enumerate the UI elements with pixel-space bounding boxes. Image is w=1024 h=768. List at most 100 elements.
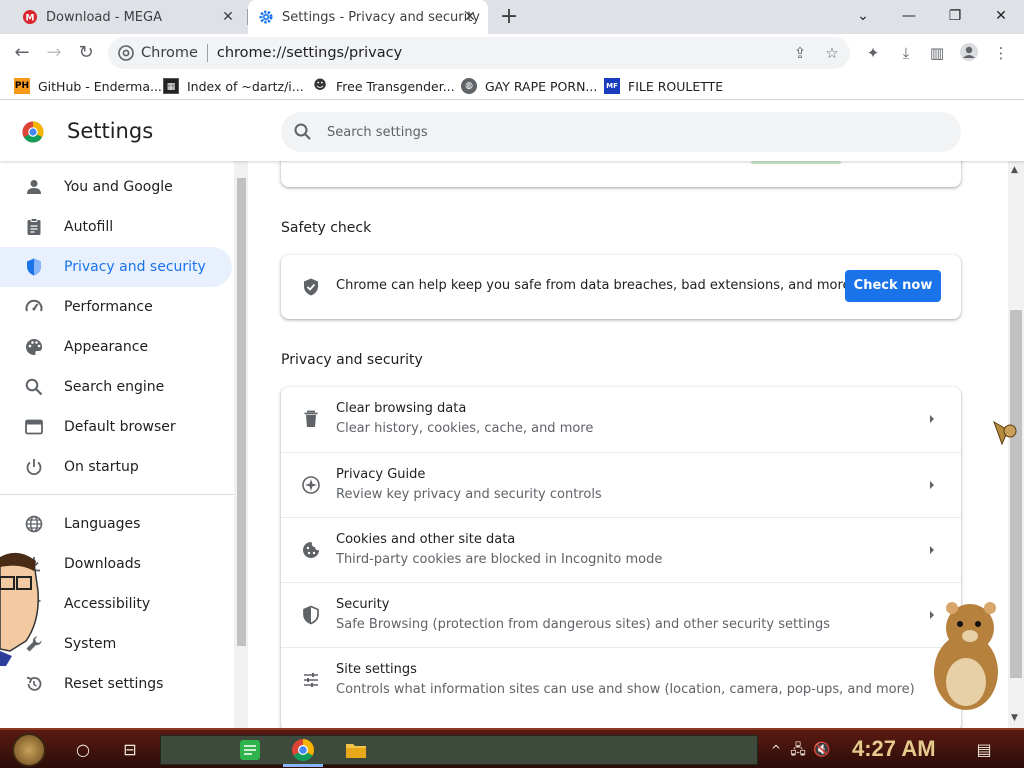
- notification-icon[interactable]: ▤: [972, 738, 996, 762]
- main-scrollbar-thumb[interactable]: [1010, 310, 1022, 678]
- site-info[interactable]: Chrome: [118, 45, 198, 61]
- row-subtitle: Third-party cookies are blocked in Incog…: [336, 552, 663, 567]
- search-input[interactable]: Search settings: [281, 112, 961, 152]
- start-button[interactable]: [12, 733, 46, 767]
- show-hidden-icons[interactable]: ^: [764, 738, 788, 762]
- tab-title: Settings - Privacy and security: [282, 9, 480, 25]
- row-clear-browsing-data[interactable]: Clear browsing data Clear history, cooki…: [281, 387, 961, 452]
- sidebar-item-reset-settings[interactable]: Reset settings: [0, 664, 232, 704]
- sidebar-item-languages[interactable]: Languages: [0, 504, 232, 544]
- row-title: Privacy Guide: [336, 467, 426, 482]
- bookmark-item[interactable]: MF FILE ROULETTE: [604, 77, 723, 95]
- index-icon: ▦: [163, 78, 179, 94]
- profile-avatar-icon[interactable]: [958, 42, 980, 64]
- download-icon[interactable]: ⤓: [895, 42, 917, 64]
- row-security[interactable]: Security Safe Browsing (protection from …: [281, 582, 961, 647]
- sidebar-item-appearance[interactable]: Appearance: [0, 327, 232, 367]
- page-title: Settings: [67, 119, 154, 143]
- sidebar-scrollbar-thumb[interactable]: [237, 178, 246, 646]
- restore-icon[interactable]: ❐: [941, 4, 969, 28]
- url-text[interactable]: chrome://settings/privacy: [217, 45, 402, 61]
- forward-icon[interactable]: →: [42, 41, 66, 65]
- chrome-logo-icon: [22, 121, 44, 143]
- sidebar-item-label: On startup: [64, 459, 139, 475]
- previous-card: [281, 161, 961, 187]
- active-app-indicator: [283, 764, 323, 767]
- sidebar-item-label: Autofill: [64, 219, 114, 235]
- bookmark-item[interactable]: PH GitHub - Enderma...: [14, 77, 162, 95]
- screen: { "tabs": [ {"title": "Download - MEGA",…: [0, 0, 1024, 768]
- tab-settings[interactable]: Settings - Privacy and security ✕: [248, 0, 488, 34]
- volume-muted-icon[interactable]: 🔇: [810, 738, 834, 762]
- sidebar-item-label: Languages: [64, 516, 141, 532]
- bookmark-label: GAY RAPE PORN...: [485, 78, 598, 94]
- row-privacy-guide[interactable]: Privacy Guide Review key privacy and sec…: [281, 452, 961, 517]
- sidebar-item-label: Default browser: [64, 419, 176, 435]
- palette-icon: [26, 339, 42, 355]
- safety-check-text: Chrome can help keep you safe from data …: [336, 278, 851, 293]
- sidebar-item-label: Downloads: [64, 556, 141, 572]
- scroll-down-arrow-icon[interactable]: ▼: [1011, 713, 1018, 723]
- extensions-icon[interactable]: ✦: [862, 42, 884, 64]
- browser-icon: [25, 419, 43, 435]
- reload-icon[interactable]: ↻: [74, 41, 98, 65]
- menu-icon[interactable]: ⋮: [990, 42, 1012, 64]
- search-icon: [25, 378, 43, 396]
- sidebar-item-autofill[interactable]: Autofill: [0, 207, 232, 247]
- hamster-icon: [934, 602, 998, 710]
- tab-strip: M Download - MEGA ✕ Settings - Privacy a…: [0, 0, 1024, 34]
- row-subtitle: Review key privacy and security controls: [336, 487, 602, 502]
- sidebar-item-privacy-and-security[interactable]: Privacy and security: [0, 247, 232, 287]
- share-icon[interactable]: ⇪: [790, 43, 810, 63]
- close-tab-icon[interactable]: ✕: [220, 9, 236, 25]
- sidebar-item-default-browser[interactable]: Default browser: [0, 407, 232, 447]
- sticky-notes-icon[interactable]: [238, 738, 262, 762]
- back-icon[interactable]: ←: [10, 41, 34, 65]
- bookmark-item[interactable]: ◍ GAY RAPE PORN...: [461, 77, 597, 95]
- sidebar-item-label: Performance: [64, 299, 153, 315]
- sidebar-item-on-startup[interactable]: On startup: [0, 447, 232, 487]
- check-now-button[interactable]: Check now: [845, 270, 941, 302]
- sidebar-item-you-and-google[interactable]: You and Google: [0, 167, 232, 207]
- tab-search-icon[interactable]: ⌄: [849, 4, 877, 28]
- shield-icon: [303, 605, 319, 625]
- bookmark-star-icon[interactable]: ☆: [822, 43, 842, 63]
- row-title: Cookies and other site data: [336, 532, 516, 547]
- bookmark-label: Free Transgender...: [336, 78, 455, 94]
- row-title: Site settings: [336, 662, 417, 677]
- new-tab-icon[interactable]: +: [497, 6, 521, 30]
- row-site-settings[interactable]: Site settings Controls what information …: [281, 647, 961, 712]
- file-explorer-icon[interactable]: [344, 738, 368, 762]
- sidebar-item-performance[interactable]: Performance: [0, 287, 232, 327]
- compass-icon: [302, 476, 320, 494]
- bookmark-item[interactable]: ▦ Index of ~dartz/i...: [163, 77, 304, 95]
- bookmark-label: GitHub - Enderma...: [38, 78, 162, 94]
- toolbar: ← → ↻ Chrome chrome://settings/privacy ⇪…: [0, 34, 1024, 72]
- site-label: Chrome: [141, 45, 198, 61]
- side-panel-icon[interactable]: ▥: [926, 42, 948, 64]
- scroll-up-arrow-icon[interactable]: ▲: [1011, 165, 1018, 175]
- task-view-icon[interactable]: ⊟: [118, 738, 142, 762]
- sidebar-item-label: Privacy and security: [64, 259, 206, 275]
- settings-main: Safety check Chrome can help keep you sa…: [248, 161, 1008, 728]
- row-cookies[interactable]: Cookies and other site data Third-party …: [281, 517, 961, 582]
- sidebar-item-label: System: [64, 636, 117, 652]
- network-icon[interactable]: 🖧: [786, 738, 810, 762]
- section-title-safety-check: Safety check: [281, 220, 372, 236]
- sliders-icon: [304, 673, 318, 687]
- svg-text:M: M: [26, 14, 35, 24]
- address-bar[interactable]: Chrome chrome://settings/privacy ⇪ ☆: [108, 37, 850, 69]
- tab-mega[interactable]: M Download - MEGA ✕: [12, 0, 246, 34]
- taskbar-clock[interactable]: 4:27 AM: [852, 736, 936, 762]
- bookmark-item[interactable]: ☻ Free Transgender...: [312, 77, 455, 95]
- globe-icon: ◍: [461, 78, 477, 94]
- chrome-taskbar-icon[interactable]: [291, 738, 315, 762]
- minimize-icon[interactable]: —: [895, 4, 923, 28]
- close-icon[interactable]: ✕: [987, 4, 1015, 28]
- sidebar-item-search-engine[interactable]: Search engine: [0, 367, 232, 407]
- search-placeholder: Search settings: [327, 124, 428, 140]
- steampunk-bird-icon: [993, 420, 1017, 446]
- cortana-icon[interactable]: ○: [71, 738, 95, 762]
- close-tab-icon[interactable]: ✕: [462, 9, 478, 25]
- chevron-right-icon: [930, 415, 934, 423]
